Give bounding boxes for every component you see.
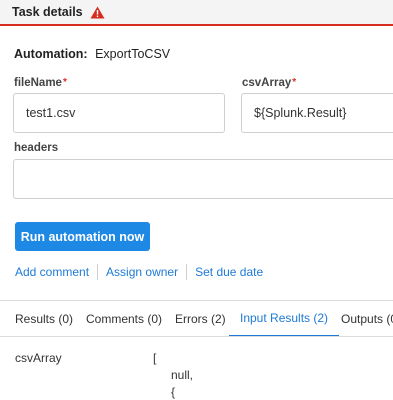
tab-results[interactable]: Results (0): [15, 301, 73, 336]
json-line: [: [153, 351, 157, 365]
json-line: {: [171, 385, 176, 399]
tab-outputs[interactable]: Outputs (0): [341, 301, 393, 336]
warning-triangle-icon[interactable]: [90, 6, 105, 19]
add-comment-link[interactable]: Add comment: [15, 265, 89, 279]
automation-name: ExportToCSV: [95, 47, 171, 61]
page-title: Task details: [12, 5, 83, 19]
json-line: null,: [171, 368, 194, 382]
run-automation-button[interactable]: Run automation now: [15, 222, 150, 251]
assign-owner-link[interactable]: Assign owner: [106, 265, 178, 279]
tab-errors[interactable]: Errors (2): [175, 301, 226, 336]
automation-row: Automation: ExportToCSV: [14, 47, 170, 61]
csvarray-label: csvArray*: [242, 77, 296, 89]
headers-label: headers: [14, 142, 58, 154]
headers-input[interactable]: [13, 159, 393, 199]
tab-input-results[interactable]: Input Results (2): [229, 301, 340, 336]
filename-input[interactable]: test1.csv: [13, 93, 225, 133]
link-separator: [186, 264, 188, 280]
csvarray-label-text: csvArray: [242, 77, 292, 89]
headers-label-text: headers: [14, 142, 59, 154]
input-result-key: csvArray: [15, 351, 62, 365]
filename-label-text: fileName: [14, 77, 62, 89]
required-mark: *: [62, 77, 67, 88]
task-details-header: Task details: [0, 0, 393, 26]
csvarray-input[interactable]: ${Splunk.Result}: [241, 93, 393, 133]
automation-label: Automation:: [14, 47, 88, 61]
tab-comments[interactable]: Comments (0): [86, 301, 162, 336]
results-tabs: Results (0) Comments (0) Errors (2) Inpu…: [0, 301, 393, 337]
filename-label: fileName*: [14, 77, 67, 89]
csvarray-value: ${Splunk.Result}: [254, 106, 347, 120]
task-action-links: Add comment Assign owner Set due date: [15, 264, 263, 280]
required-mark: *: [292, 77, 297, 88]
set-due-date-link[interactable]: Set due date: [195, 265, 263, 279]
link-separator: [97, 264, 99, 280]
filename-value: test1.csv: [26, 106, 76, 120]
